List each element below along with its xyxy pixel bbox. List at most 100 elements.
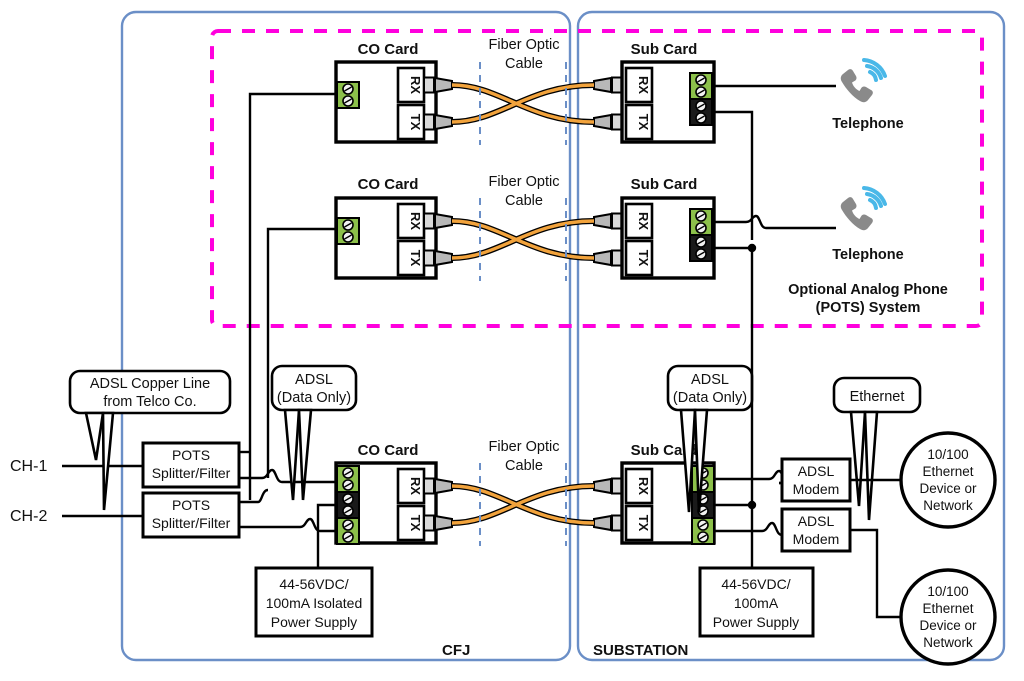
power-supply-cfj: 44-56VDC/ 100mA Isolated Power Supply <box>254 566 374 638</box>
port-rx-sub-top: RX <box>624 66 654 104</box>
port-tx-co-top: TX <box>396 103 426 141</box>
port-tx-sub-top: TX <box>624 103 654 141</box>
svg-text:Power Supply: Power Supply <box>713 614 799 630</box>
svg-text:Ethernet: Ethernet <box>922 464 973 479</box>
wire-psu-cfj <box>316 503 336 568</box>
telephone-top-label: Telephone <box>832 116 903 132</box>
svg-text:44-56VDC/: 44-56VDC/ <box>721 576 790 592</box>
telephone-icon-top <box>838 58 887 105</box>
svg-text:TX: TX <box>408 250 423 267</box>
svg-text:Ethernet: Ethernet <box>850 389 905 405</box>
svg-text:Power Supply: Power Supply <box>271 614 357 630</box>
fiber-link-bottom <box>423 463 623 546</box>
callout-adsl-copper-line: ADSL Copper Line from Telco Co. <box>68 369 232 511</box>
terminal-block-green-black-4 <box>689 72 713 126</box>
co-card-bottom: CO Card RX TX <box>334 442 438 545</box>
co-card-middle: CO Card RX TX <box>334 176 438 280</box>
fiber-link-middle <box>423 198 623 281</box>
fiber-label-bottom-line2: Cable <box>505 458 543 474</box>
port-rx-co-top: RX <box>396 66 426 104</box>
svg-text:Ethernet: Ethernet <box>922 601 973 616</box>
terminal-block-green-black-green-6 <box>336 465 360 545</box>
port-tx-co-bottom: TX <box>396 504 426 542</box>
svg-text:(Data Only): (Data Only) <box>277 390 351 406</box>
svg-text:RX: RX <box>636 477 651 495</box>
terminal-block-green-2 <box>336 217 360 245</box>
svg-text:(Data Only): (Data Only) <box>673 390 747 406</box>
network-diagram: CFJ SUBSTATION Optional Analog Phone (PO… <box>10 10 1006 666</box>
channel-label-ch2: CH-2 <box>10 508 47 525</box>
svg-text:Modem: Modem <box>793 531 840 547</box>
channel-label-ch1: CH-1 <box>10 458 47 475</box>
svg-text:ADSL: ADSL <box>295 372 333 388</box>
fiber-label-middle-line1: Fiber Optic <box>489 174 560 190</box>
sub-card-middle-label: Sub Card <box>631 176 698 193</box>
wire-modem2-eth <box>850 528 902 619</box>
sub-card-middle: Sub Card RX TX <box>620 176 716 280</box>
wire-sub2-phone <box>712 214 836 230</box>
wire-sub-bottom-data2 <box>714 521 783 537</box>
terminal-block-green-2 <box>336 81 360 109</box>
ethernet-device-2: 10/100 Ethernet Device or Network <box>899 568 997 666</box>
adsl-modem-1: ADSL Modem <box>780 457 852 503</box>
telephone-middle-label: Telephone <box>832 247 903 263</box>
svg-text:RX: RX <box>636 76 651 94</box>
port-tx-co-middle: TX <box>396 239 426 277</box>
svg-text:ADSL: ADSL <box>798 513 835 529</box>
fiber-label-middle-line2: Cable <box>505 193 543 209</box>
pots-splitter-1: POTS Splitter/Filter <box>141 441 241 489</box>
fiber-label-top-line2: Cable <box>505 56 543 72</box>
sub-card-top: Sub Card RX TX <box>620 41 716 144</box>
svg-text:Network: Network <box>923 635 973 650</box>
port-rx-co-middle: RX <box>396 202 426 240</box>
svg-text:TX: TX <box>408 114 423 131</box>
svg-text:ADSL: ADSL <box>691 372 729 388</box>
pots-splitter-2: POTS Splitter/Filter <box>141 491 241 539</box>
svg-text:44-56VDC/: 44-56VDC/ <box>279 576 348 592</box>
svg-text:TX: TX <box>636 515 651 532</box>
fiber-link-top <box>423 62 623 145</box>
fiber-label-bottom-line1: Fiber Optic <box>489 439 560 455</box>
svg-text:ADSL: ADSL <box>798 463 835 479</box>
svg-text:Modem: Modem <box>793 481 840 497</box>
port-rx-sub-middle: RX <box>624 202 654 240</box>
port-tx-sub-bottom: TX <box>624 504 654 542</box>
co-card-top-label: CO Card <box>358 41 419 58</box>
diagram-canvas: CFJ SUBSTATION Optional Analog Phone (PO… <box>0 0 1024 681</box>
svg-text:10/100: 10/100 <box>927 584 968 599</box>
terminal-block-green-black-4 <box>689 208 713 262</box>
svg-text:RX: RX <box>636 212 651 230</box>
optional-pots-label-line2: (POTS) System <box>816 300 921 316</box>
zone-label-substation: SUBSTATION <box>593 642 688 659</box>
wire-pots2-data <box>239 517 336 533</box>
svg-text:Device or: Device or <box>919 618 977 633</box>
svg-text:RX: RX <box>408 76 423 94</box>
terminal-block-green-black-green-6 <box>691 465 715 545</box>
wire-pots1-data <box>239 468 336 484</box>
svg-text:RX: RX <box>408 477 423 495</box>
svg-text:100mA Isolated: 100mA Isolated <box>266 595 363 611</box>
port-tx-sub-middle: TX <box>624 239 654 277</box>
svg-text:TX: TX <box>636 114 651 131</box>
port-rx-co-bottom: RX <box>396 467 426 505</box>
fiber-label-top-line1: Fiber Optic <box>489 37 560 53</box>
svg-text:100mA: 100mA <box>734 595 779 611</box>
co-card-bottom-label: CO Card <box>358 442 419 459</box>
power-supply-substation: 44-56VDC/ 100mA Power Supply <box>698 566 815 638</box>
ethernet-device-1: 10/100 Ethernet Device or Network <box>899 431 997 529</box>
adsl-modem-2: ADSL Modem <box>780 507 852 553</box>
svg-text:RX: RX <box>408 212 423 230</box>
svg-text:POTS: POTS <box>172 447 210 463</box>
svg-text:ADSL Copper Line: ADSL Copper Line <box>90 376 210 392</box>
svg-text:POTS: POTS <box>172 497 210 513</box>
co-card-middle-label: CO Card <box>358 176 419 193</box>
svg-text:Network: Network <box>923 498 973 513</box>
svg-text:from Telco Co.: from Telco Co. <box>103 394 196 410</box>
telephone-icon-middle <box>838 186 887 233</box>
svg-text:Splitter/Filter: Splitter/Filter <box>152 465 231 481</box>
optional-pots-label-line1: Optional Analog Phone <box>788 282 948 298</box>
wire-pots2-voice <box>239 488 269 504</box>
co-card-top: CO Card RX TX <box>334 41 438 144</box>
svg-text:TX: TX <box>408 515 423 532</box>
svg-text:TX: TX <box>636 250 651 267</box>
